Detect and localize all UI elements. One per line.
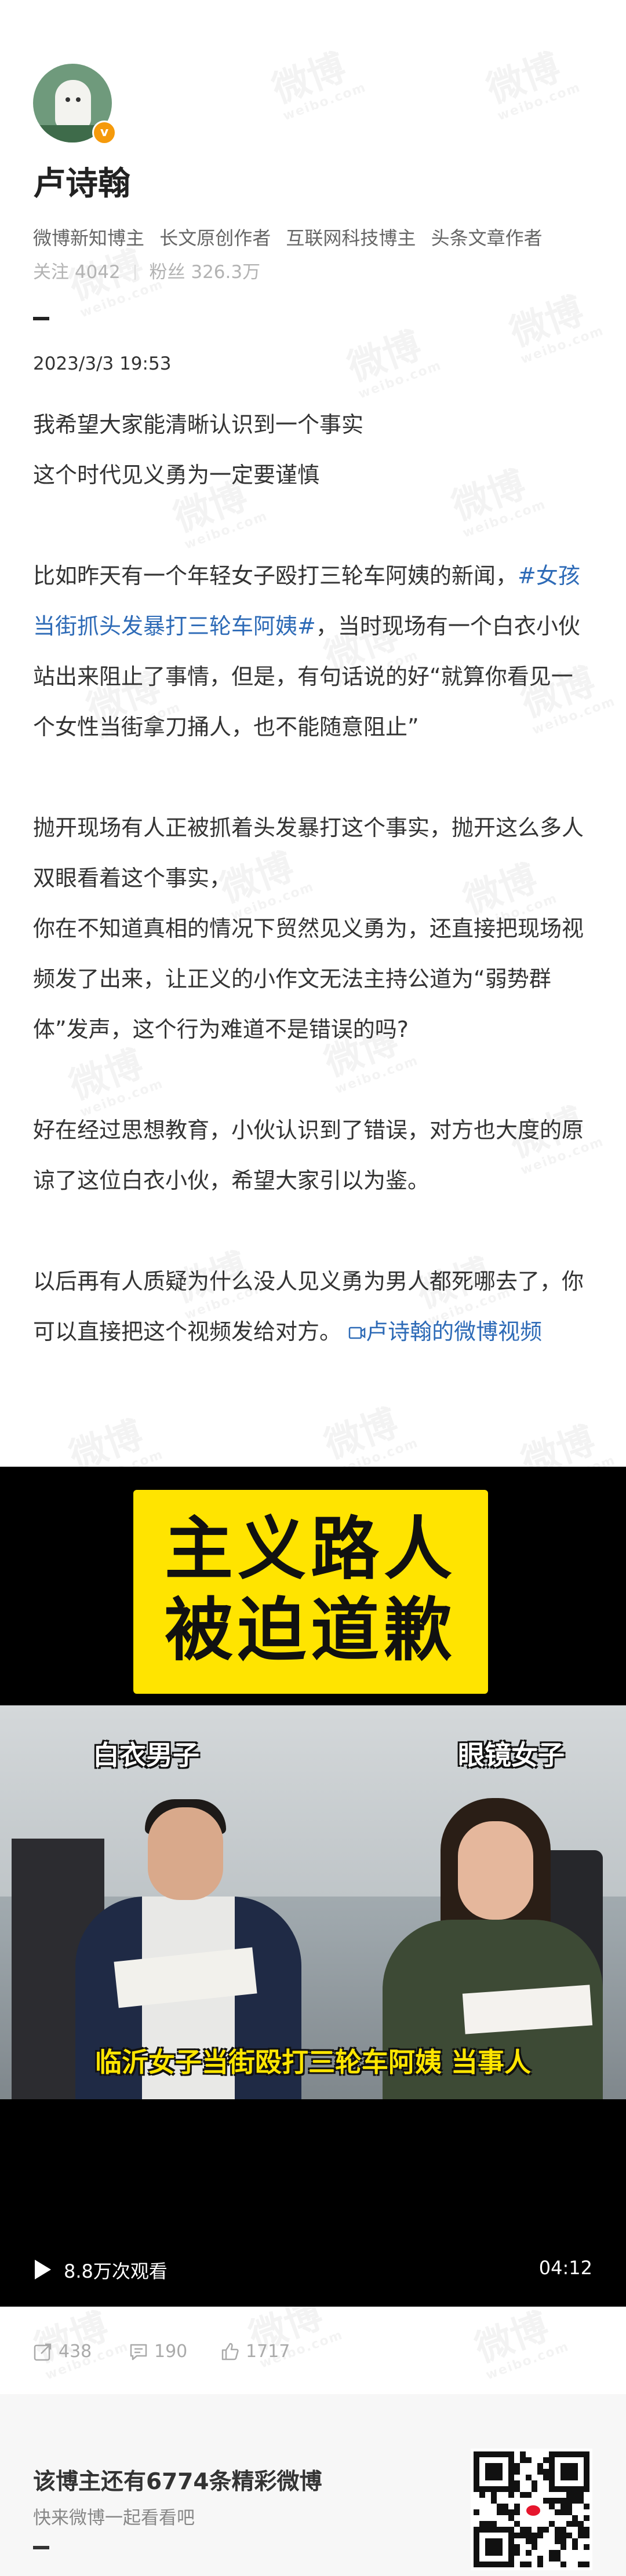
repost-button[interactable]: 438 xyxy=(33,2334,92,2369)
verified-tag: 头条文章作者 xyxy=(431,227,543,249)
video-label-right: 眼镜女子 xyxy=(458,1740,565,1771)
post-line: 这个时代见义勇为一定要谨慎 xyxy=(33,462,320,488)
watermark: 微博weibo.com xyxy=(316,1389,421,1479)
thumbs-up-icon xyxy=(221,2343,239,2361)
video-title-line: 主义路人 xyxy=(164,1509,457,1589)
video-label-left: 白衣男子 xyxy=(93,1740,199,1771)
video-player[interactable]: 主义路人 被迫道歉 白衣男子 眼镜女子 临沂女子当街殴打三轮车阿姨 当事人 8.… xyxy=(0,1467,626,2307)
post-date: 2023/3/3 19:53 xyxy=(33,353,172,374)
video-title-line: 被迫道歉 xyxy=(164,1590,457,1670)
view-count: 8.8万次观看 xyxy=(64,2260,168,2282)
qr-code xyxy=(471,2449,592,2570)
watermark: 微博weibo.com xyxy=(340,312,444,402)
like-button[interactable]: 1717 xyxy=(220,2334,290,2369)
promo-title: 该博主还有6774条精彩微博 xyxy=(33,2469,322,2495)
comment-icon xyxy=(130,2344,147,2361)
post-paragraph: 你在不知道真相的情况下贸然见义勇为，还直接把现场视频发了出来，让正义的小作文无法… xyxy=(33,916,584,1042)
watermark: 微博weibo.com xyxy=(479,34,583,124)
play-icon[interactable] xyxy=(35,2260,51,2279)
repost-count: 438 xyxy=(59,2341,92,2362)
comment-button[interactable]: 190 xyxy=(129,2334,187,2369)
section-divider xyxy=(33,317,49,320)
verified-tag: 微博新知博主 xyxy=(33,227,145,249)
app-promo-banner[interactable]: 该博主还有6774条精彩微博 快来微博一起看看吧 xyxy=(0,2394,626,2576)
verified-tag: 互联网科技博主 xyxy=(286,227,416,249)
comment-count: 190 xyxy=(154,2341,188,2362)
video-title-card: 主义路人 被迫道歉 xyxy=(133,1490,488,1694)
promo-subtitle: 快来微博一起看看吧 xyxy=(33,2508,195,2529)
verified-tags: 微博新知博主 长文原创作者 互联网科技博主 头条文章作者 xyxy=(33,224,552,250)
verified-tag: 长文原创作者 xyxy=(159,227,271,249)
post-line: 我希望大家能清晰认识到一个事实 xyxy=(33,412,364,437)
verified-badge-icon: v xyxy=(92,120,117,145)
post-content: 我希望大家能清晰认识到一个事实 这个时代见义勇为一定要谨慎 比如昨天有一个年轻女… xyxy=(33,400,593,1357)
repost-icon xyxy=(34,2343,52,2361)
video-duration: 04:12 xyxy=(538,2257,592,2279)
post-paragraph: 以后再有人质疑为什么没人见义勇为男人都死哪去了，你可以直接把这个视频发给对方。 … xyxy=(33,1256,593,1357)
post-text: 比如昨天有一个年轻女子殴打三轮车阿姨的新闻， xyxy=(33,563,518,589)
weibo-logo-icon xyxy=(521,2499,545,2523)
profile-name[interactable]: 卢诗翰 xyxy=(33,158,130,204)
action-bar: 438 190 1717 xyxy=(33,2334,593,2369)
post-paragraph: 比如昨天有一个年轻女子殴打三轮车阿姨的新闻，#女孩当街抓头发暴打三轮车阿姨#，当… xyxy=(33,551,593,752)
follow-count: 4042 xyxy=(74,262,121,283)
watermark: 微博weibo.com xyxy=(264,34,369,124)
video-frame: 白衣男子 眼镜女子 临沂女子当街殴打三轮车阿姨 当事人 xyxy=(0,1705,626,2099)
fans-label: 粉丝 xyxy=(149,262,185,283)
watermark: 微博weibo.com xyxy=(502,277,606,367)
follow-label: 关注 xyxy=(33,262,69,283)
profile-stats: 关注 4042 粉丝 326.3万 xyxy=(33,257,260,283)
post-paragraph: 抛开现场有人正被抓着头发暴打这个事实，抛开这么多人双眼看着这个事实， xyxy=(33,815,584,891)
video-caption: 临沂女子当街殴打三轮车阿姨 当事人 xyxy=(94,2047,531,2078)
like-count: 1717 xyxy=(246,2341,290,2362)
fans-count: 326.3万 xyxy=(191,262,261,283)
promo-divider xyxy=(33,2546,49,2549)
video-link-icon xyxy=(348,1327,366,1339)
video-link[interactable]: 卢诗翰的微博视频 xyxy=(348,1319,542,1344)
stats-divider xyxy=(134,265,136,280)
post-paragraph: 好在经过思想教育，小伙认识到了错误，对方也大度的原谅了这位白衣小伙，希望大家引以… xyxy=(33,1117,584,1193)
video-link-label: 卢诗翰的微博视频 xyxy=(366,1319,543,1344)
